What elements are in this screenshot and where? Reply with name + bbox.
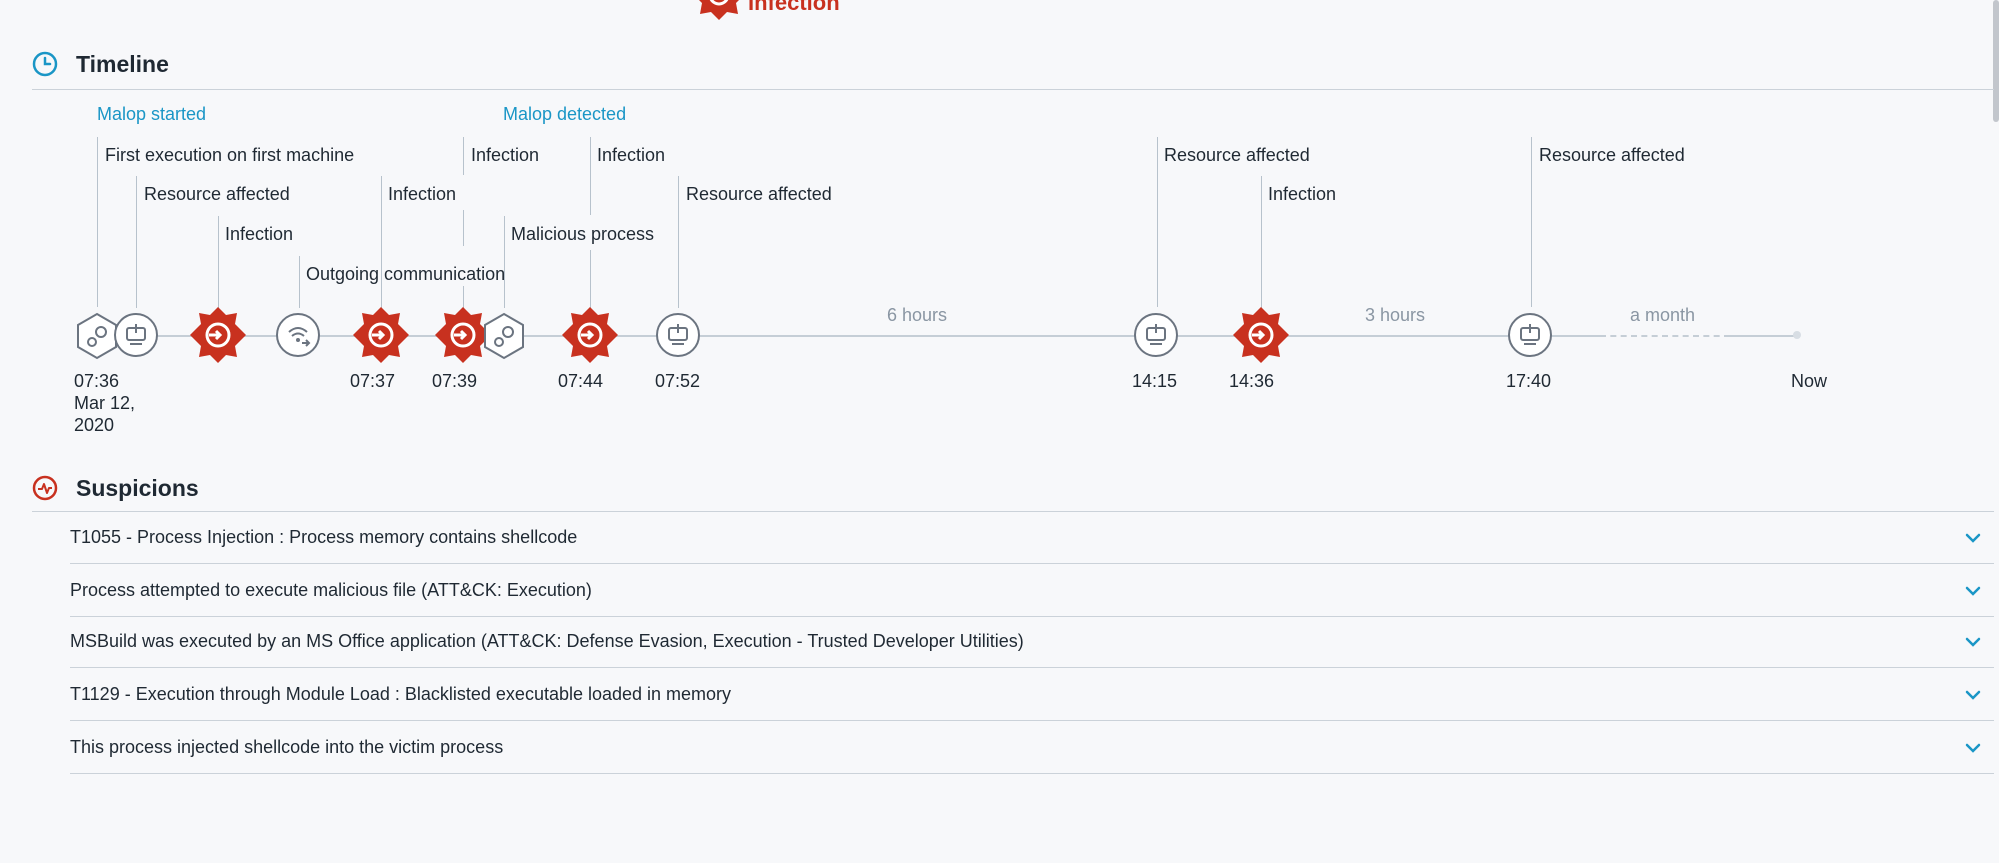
suspicions-title: Suspicions — [76, 474, 199, 501]
timeline-divider — [32, 89, 1994, 90]
suspicion-text: T1129 - Execution through Module Load : … — [70, 684, 732, 704]
timeline-flag[interactable]: Infection — [1268, 184, 1336, 205]
top-event-label: Infection — [748, 0, 840, 15]
time-label: Now — [1791, 371, 1828, 391]
flag-connector — [504, 216, 505, 308]
infection-icon — [694, 0, 744, 22]
chevron-down-icon[interactable] — [1962, 580, 1984, 602]
flag-connector — [97, 137, 98, 307]
suspicion-text: This process injected shellcode into the… — [70, 737, 504, 757]
time-label: 07:52 — [655, 371, 701, 391]
resource-affected-icon[interactable] — [656, 313, 700, 357]
pulse-icon — [32, 475, 58, 501]
suspicion-row[interactable]: T1129 - Execution through Module Load : … — [70, 669, 1994, 721]
suspicion-row[interactable]: T1055 - Process Injection : Process memo… — [70, 512, 1994, 564]
resource-affected-icon[interactable] — [1134, 313, 1178, 357]
time-label: 14:15 — [1132, 371, 1178, 391]
timeline-flag[interactable]: Infection — [225, 224, 293, 245]
timeline-track-dashed — [1600, 335, 1730, 337]
flag-connector — [136, 176, 137, 308]
timeline-flag[interactable]: Resource affected — [1164, 145, 1310, 166]
timeline-flag[interactable]: Infection — [471, 145, 539, 166]
timeline-track — [1730, 335, 1798, 337]
process-gears-icon[interactable] — [75, 312, 119, 360]
timeline-title: Timeline — [76, 50, 169, 77]
gap-label: a month — [1630, 305, 1696, 325]
timeline-flag[interactable]: Resource affected — [686, 184, 832, 205]
clock-icon — [32, 51, 58, 77]
chevron-down-icon[interactable] — [1962, 684, 1984, 706]
time-label: 14:36 — [1229, 371, 1275, 391]
timeline-track — [97, 335, 1600, 337]
suspicions-header: Suspicions — [32, 473, 199, 503]
flag-connector — [678, 176, 679, 308]
chevron-down-icon[interactable] — [1962, 527, 1984, 549]
timeline-flag[interactable]: Infection — [597, 145, 665, 166]
resource-affected-icon[interactable] — [1508, 313, 1552, 357]
suspicion-row[interactable]: Process attempted to execute malicious f… — [70, 565, 1994, 617]
infection-icon[interactable] — [190, 307, 246, 363]
timeline-end-marker — [1793, 331, 1801, 339]
flag-connector — [381, 176, 382, 308]
flag-connector — [590, 250, 591, 308]
time-label: 07:44 — [558, 371, 604, 391]
chevron-down-icon[interactable] — [1962, 737, 1984, 759]
time-label: 07:37 — [350, 371, 396, 391]
scrollbar[interactable] — [1993, 0, 1999, 122]
flag-connector — [463, 210, 464, 246]
flag-connector — [590, 137, 591, 215]
time-label: 07:39 — [432, 371, 478, 391]
flag-connector — [463, 286, 464, 308]
suspicion-text: T1055 - Process Injection : Process memo… — [70, 527, 578, 547]
timeline-flag[interactable]: Malop detected — [503, 104, 626, 125]
timeline-flag[interactable]: Infection — [388, 184, 456, 205]
timeline-flag[interactable]: Resource affected — [1539, 145, 1685, 166]
gap-label: 3 hours — [1365, 305, 1426, 325]
infection-icon[interactable] — [353, 307, 409, 363]
process-gears-icon[interactable] — [482, 312, 526, 360]
timeline-flag[interactable]: Outgoing communication — [306, 264, 505, 285]
time-label: 17:40 — [1506, 371, 1552, 391]
suspicion-text: MSBuild was executed by an MS Office app… — [70, 631, 1024, 651]
outgoing-communication-icon[interactable] — [276, 313, 320, 357]
resource-affected-icon[interactable] — [114, 313, 158, 357]
chevron-down-icon[interactable] — [1962, 631, 1984, 653]
flag-connector — [299, 256, 300, 308]
date-label: Mar 12, — [74, 393, 136, 413]
infection-icon[interactable] — [562, 307, 618, 363]
timeline-flag[interactable]: Malop started — [97, 104, 206, 125]
date-label: 2020 — [74, 415, 115, 435]
suspicion-row[interactable]: MSBuild was executed by an MS Office app… — [70, 616, 1994, 668]
infection-icon[interactable] — [1233, 307, 1289, 363]
timeline-flag[interactable]: First execution on first machine — [105, 145, 354, 166]
timeline-flag[interactable]: Resource affected — [144, 184, 290, 205]
flag-connector — [218, 216, 219, 308]
timeline-header: Timeline — [32, 49, 169, 79]
flag-connector — [463, 137, 464, 175]
time-label: 07:36 — [74, 371, 120, 391]
flag-connector — [1157, 137, 1158, 307]
suspicion-row[interactable]: This process injected shellcode into the… — [70, 722, 1994, 774]
timeline-flag[interactable]: Malicious process — [511, 224, 654, 245]
gap-label: 6 hours — [887, 305, 948, 325]
flag-connector — [1531, 137, 1532, 307]
flag-connector — [1261, 176, 1262, 308]
suspicion-text: Process attempted to execute malicious f… — [70, 580, 592, 600]
